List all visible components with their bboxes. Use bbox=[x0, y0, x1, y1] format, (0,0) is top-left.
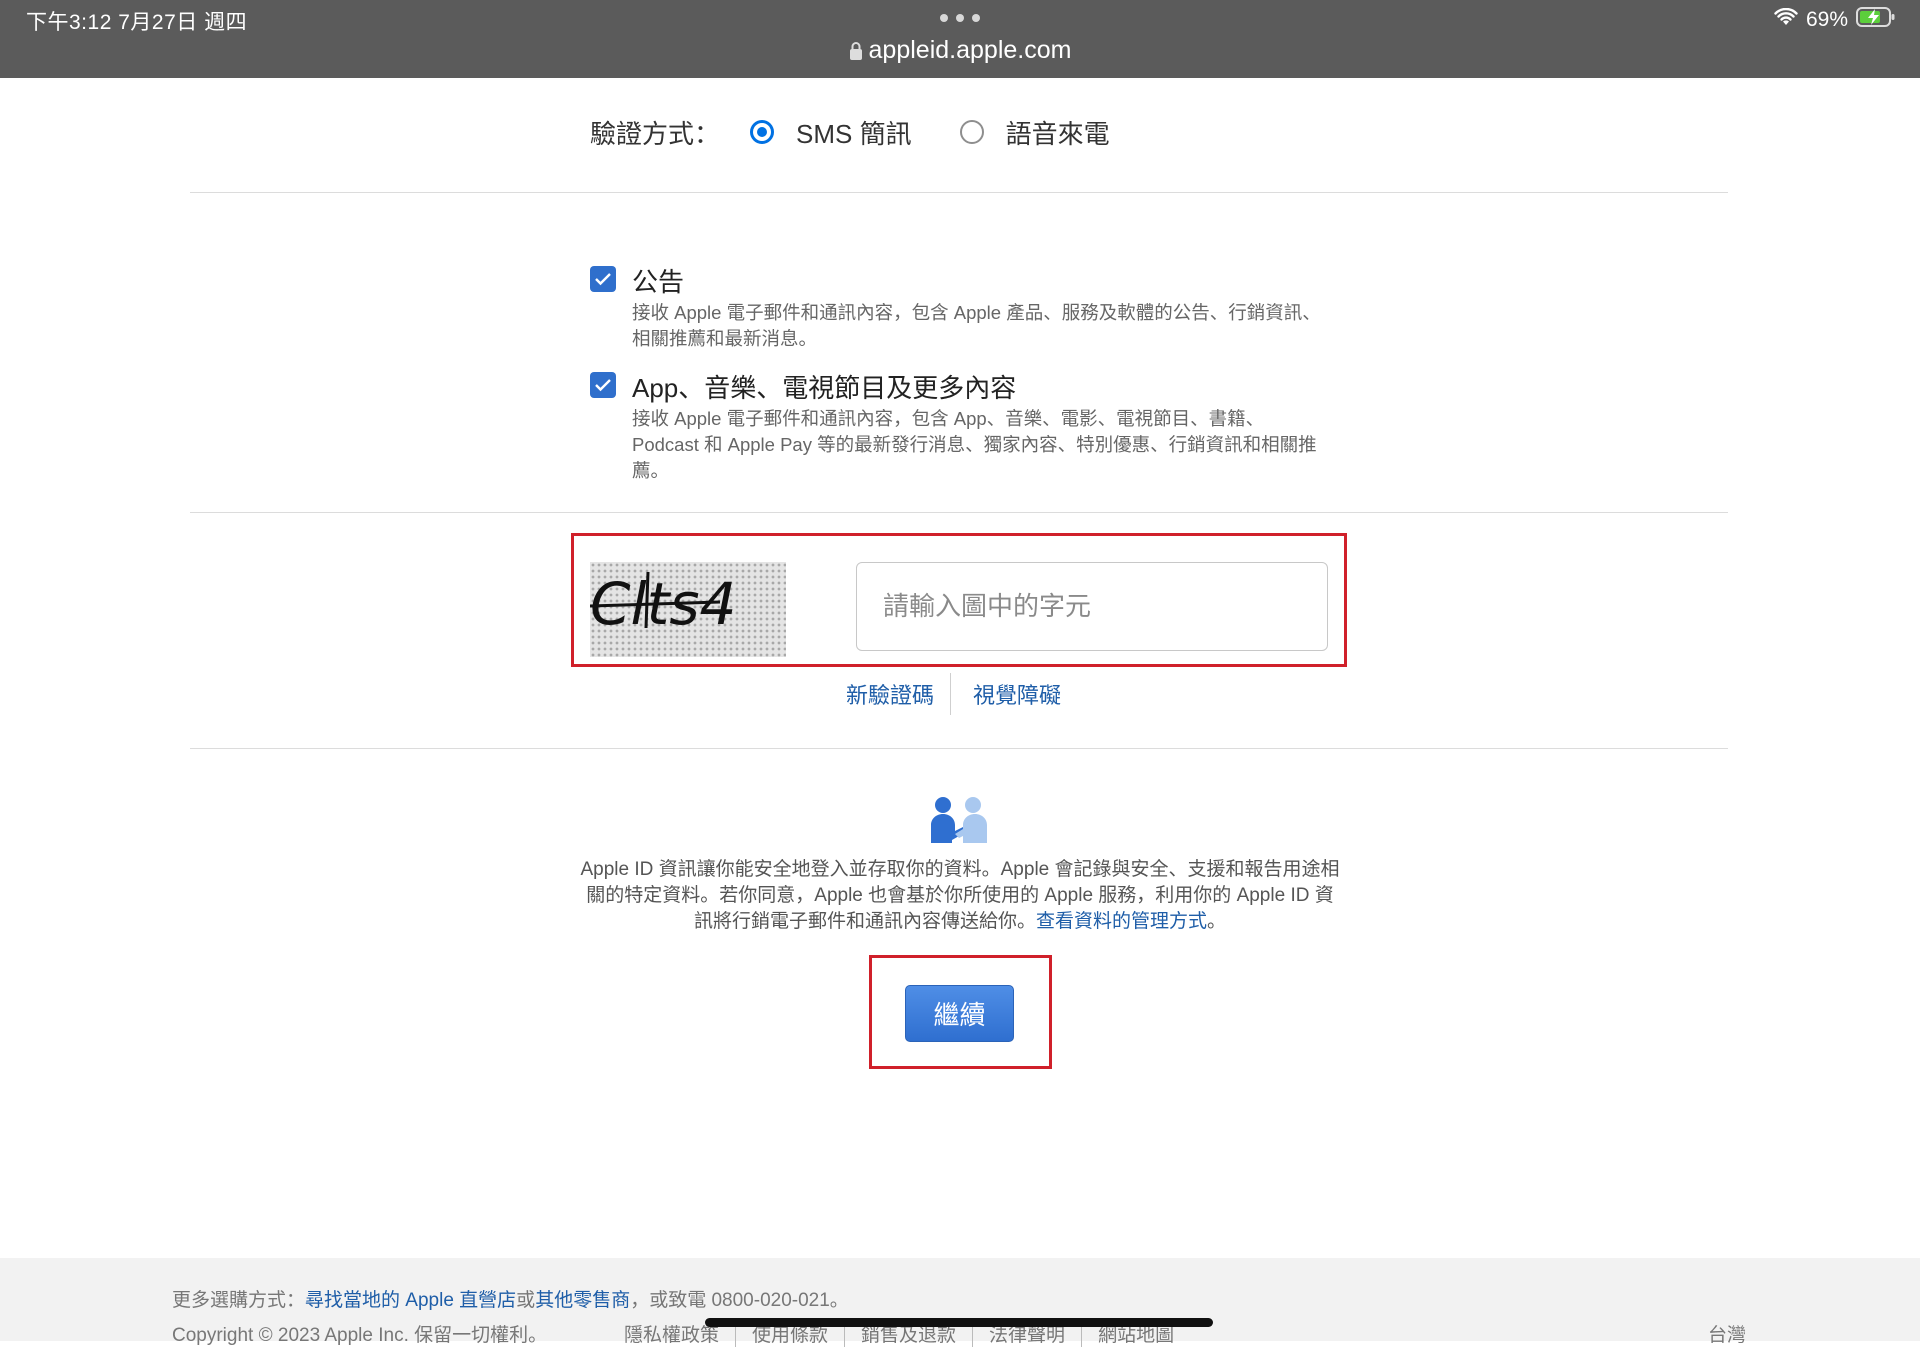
phone-text: ，或致電 0800-020-021。 bbox=[630, 1290, 849, 1311]
announcements-option[interactable]: 公告 接收 Apple 電子郵件和通訊內容，包含 Apple 產品、服務及軟體的… bbox=[590, 262, 1330, 352]
footer: 更多選購方式：尋找當地的 Apple 直營店或其他零售商，或致電 0800-02… bbox=[0, 1258, 1920, 1347]
captcha-input[interactable] bbox=[856, 562, 1328, 651]
other-retailers-link[interactable]: 其他零售商 bbox=[535, 1290, 630, 1311]
region-selector[interactable]: 台灣 bbox=[1708, 1320, 1746, 1347]
handshake-privacy-icon bbox=[928, 795, 990, 850]
new-code-link[interactable]: 新驗證碼 bbox=[846, 678, 934, 710]
checkbox-checked-icon[interactable] bbox=[590, 266, 616, 292]
verify-method-label: 驗證方式： bbox=[590, 118, 721, 149]
more-options-prefix: 更多選購方式： bbox=[172, 1290, 306, 1311]
home-indicator[interactable] bbox=[705, 1318, 1213, 1327]
divider bbox=[190, 192, 1728, 193]
apps-music-tv-option[interactable]: App、音樂、電視節目及更多內容 接收 Apple 電子郵件和通訊內容，包含 A… bbox=[590, 368, 1330, 481]
checkbox-checked-icon[interactable] bbox=[590, 372, 616, 398]
apps-music-tv-description: 接收 Apple 電子郵件和通訊內容，包含 App、音樂、電影、電視節目、書籍、… bbox=[632, 408, 1317, 481]
copyright: Copyright © 2023 Apple Inc. 保留一切權利。 bbox=[172, 1325, 548, 1346]
sms-radio[interactable] bbox=[750, 120, 775, 144]
or-text: 或 bbox=[516, 1290, 536, 1311]
captcha-glyphs: Clts4 bbox=[590, 570, 736, 638]
status-time: 下午3:12 7月27日 週四 bbox=[26, 11, 248, 34]
voice-call-radio[interactable] bbox=[959, 120, 984, 144]
url-text: appleid.apple.com bbox=[868, 36, 1072, 64]
divider bbox=[190, 748, 1728, 749]
privacy-suffix: 。 bbox=[1207, 911, 1227, 932]
verify-method-row: 驗證方式： SMS 簡訊 語音來電 bbox=[590, 112, 1110, 152]
browser-bar: 下午3:12 7月27日 週四 appleid.apple.com 69% bbox=[0, 0, 1920, 78]
status-indicators: 69% bbox=[1774, 6, 1896, 34]
vision-impaired-link[interactable]: 視覺障礙 bbox=[973, 678, 1061, 710]
footer-more-options: 更多選購方式：尋找當地的 Apple 直營店或其他零售商，或致電 0800-02… bbox=[172, 1285, 849, 1312]
link-divider bbox=[950, 673, 952, 715]
address-bar[interactable]: appleid.apple.com bbox=[0, 36, 1920, 68]
wifi-icon bbox=[1774, 7, 1798, 32]
captcha-links: 新驗證碼 視覺障礙 bbox=[846, 673, 1061, 715]
find-store-link[interactable]: 尋找當地的 Apple 直營店 bbox=[305, 1290, 516, 1311]
captcha-image: Clts4 bbox=[590, 562, 786, 657]
data-management-link[interactable]: 查看資料的管理方式 bbox=[1036, 911, 1207, 932]
privacy-notice: Apple ID 資訊讓你能安全地登入並存取你的資料。Apple 會記錄與安全、… bbox=[580, 857, 1340, 935]
voice-call-radio-label[interactable]: 語音來電 bbox=[1006, 114, 1110, 151]
apps-music-tv-title: App、音樂、電視節目及更多內容 bbox=[632, 373, 1017, 403]
battery-charging-icon bbox=[1856, 6, 1896, 34]
lock-icon bbox=[849, 39, 863, 68]
divider bbox=[190, 512, 1728, 513]
sms-radio-label[interactable]: SMS 簡訊 bbox=[796, 114, 912, 151]
announcements-title: 公告 bbox=[632, 267, 685, 297]
more-options-icon[interactable] bbox=[940, 12, 980, 24]
battery-percent: 69% bbox=[1805, 8, 1848, 31]
announcements-description: 接收 Apple 電子郵件和通訊內容，包含 Apple 產品、服務及軟體的公告、… bbox=[632, 302, 1321, 349]
continue-button[interactable]: 繼續 bbox=[905, 985, 1014, 1042]
